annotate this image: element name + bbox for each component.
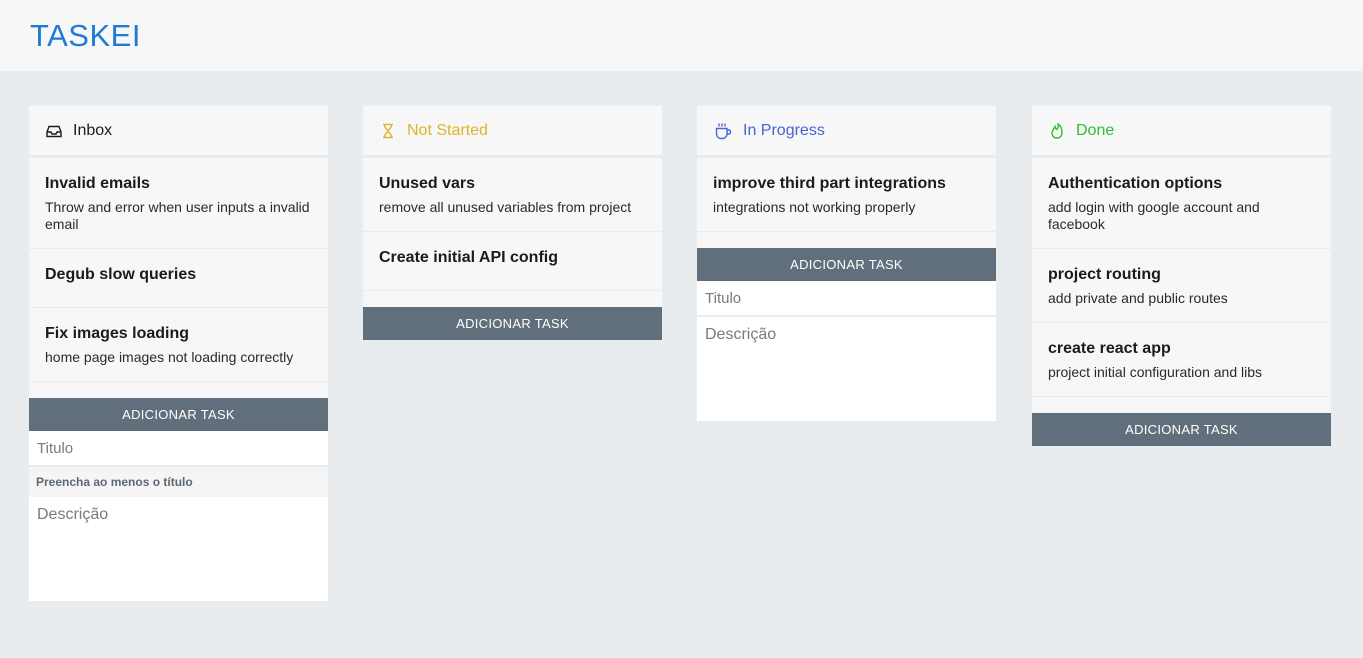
task-title-input[interactable] [697,281,996,317]
task-card[interactable]: project routing add private and public r… [1032,249,1331,323]
column-title: Inbox [73,121,113,139]
add-task-button[interactable]: ADICIONAR TASK [29,398,328,431]
inbox-icon [46,125,62,137]
column-title: Done [1076,121,1115,139]
column-spacer [363,291,662,307]
column-inbox: Inbox Invalid emails Throw and error whe… [29,106,328,601]
task-card[interactable]: Fix images loading home page images not … [29,308,328,382]
column-title: In Progress [743,121,825,139]
app-title: TASKEI [30,17,141,53]
column-not-started: Not Started Unused vars remove all unuse… [363,106,662,340]
column-header-inbox: Inbox [29,106,328,158]
coffee-cup-icon [715,123,732,139]
task-title-input[interactable] [29,431,328,467]
column-header-done: Done [1032,106,1331,158]
task-description: integrations not working properly [713,199,916,215]
task-title: Authentication options [1048,175,1223,192]
task-title: create react app [1048,340,1171,357]
task-card[interactable]: Create initial API config [363,232,662,291]
column-spacer [697,232,996,248]
task-card[interactable]: create react app project initial configu… [1032,323,1331,397]
task-description: remove all unused variables from project [379,199,632,215]
column-in-progress: In Progress improve third part integrati… [697,106,996,421]
task-title: improve third part integrations [713,175,946,192]
task-title: Fix images loading [45,325,190,342]
column-spacer [1032,397,1331,413]
add-task-button[interactable]: ADICIONAR TASK [363,307,662,340]
column-spacer [29,382,328,398]
column-header-in-progress: In Progress [697,106,996,158]
task-card[interactable]: improve third part integrations integrat… [697,158,996,232]
task-title: Degub slow queries [45,266,197,283]
column-title: Not Started [407,121,488,139]
task-description: add login with google account and facebo… [1048,199,1260,232]
task-title: Unused vars [379,175,476,192]
column-done: Done Authentication options add login wi… [1032,106,1331,446]
task-description: project initial configuration and libs [1048,364,1263,380]
task-description: home page images not loading correctly [45,349,294,365]
validation-message: Preencha ao menos o título [29,467,328,497]
task-description: add private and public routes [1048,290,1228,306]
task-card[interactable]: Invalid emails Throw and error when user… [29,158,328,249]
top-bar: TASKEI [0,0,1363,71]
add-task-button[interactable]: ADICIONAR TASK [1032,413,1331,446]
flame-icon [1051,122,1063,139]
task-card[interactable]: Authentication options add login with go… [1032,158,1331,249]
column-header-not-started: Not Started [363,106,662,158]
hourglass-icon [383,123,393,138]
task-description-input[interactable] [697,317,996,421]
task-description: Throw and error when user inputs a inval… [45,199,310,232]
add-task-button[interactable]: ADICIONAR TASK [697,248,996,281]
task-title: Invalid emails [45,175,150,192]
task-card[interactable]: Degub slow queries [29,249,328,308]
task-description-input[interactable] [29,497,328,601]
kanban-board: Inbox Invalid emails Throw and error whe… [0,71,1363,658]
task-title: project routing [1048,266,1161,283]
task-card[interactable]: Unused vars remove all unused variables … [363,158,662,232]
task-title: Create initial API config [379,249,558,266]
